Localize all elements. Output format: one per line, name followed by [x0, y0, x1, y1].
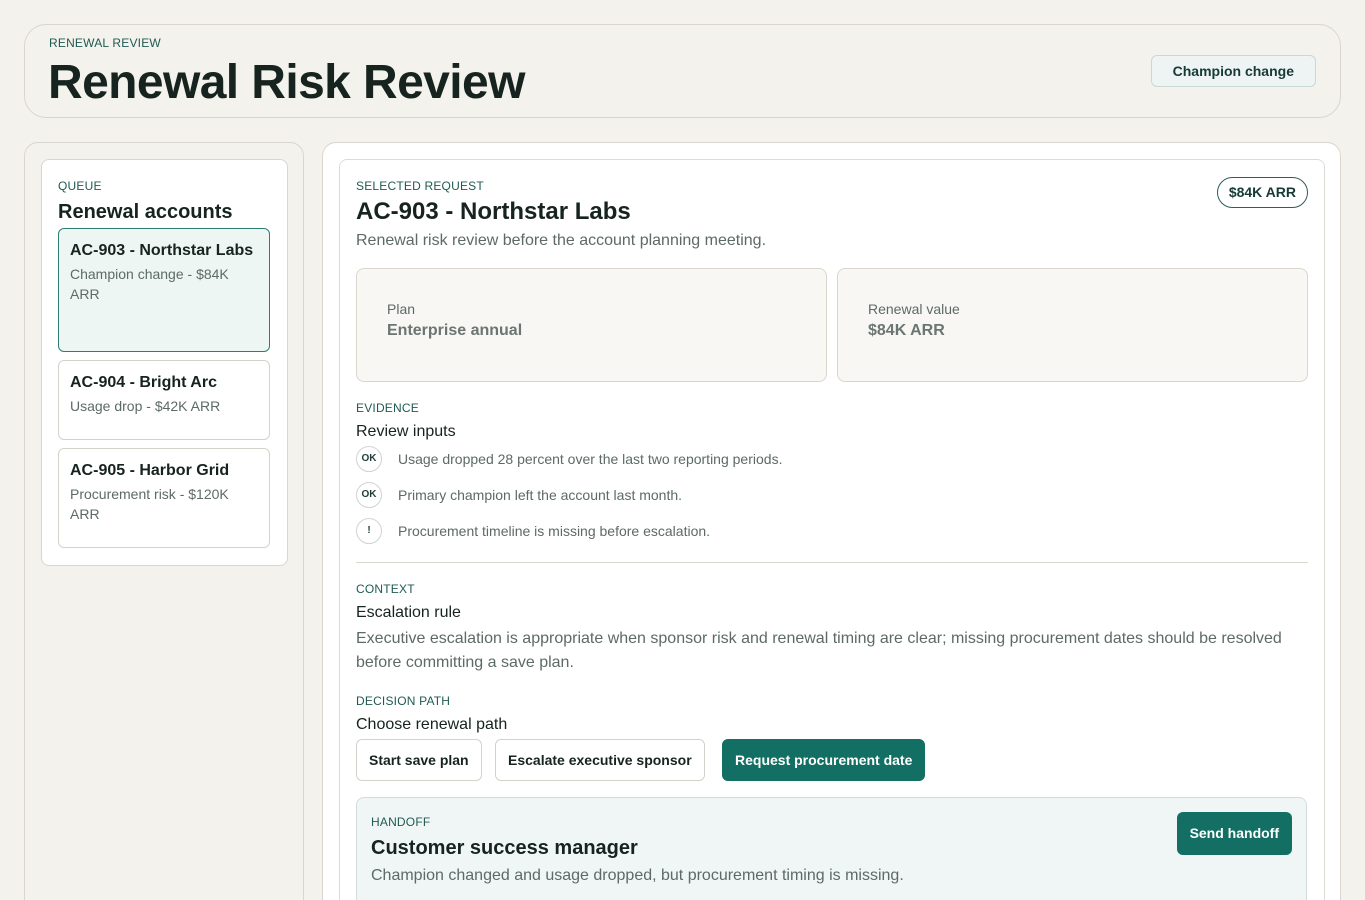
plan-card: Plan Enterprise annual [356, 268, 827, 382]
account-meta: Procurement risk - $120K ARR [70, 486, 229, 522]
account-item-ac-903[interactable]: AC-903 - Northstar Labs Champion change … [58, 228, 270, 352]
evidence-item: OK Usage dropped 28 percent over the las… [356, 446, 1056, 472]
account-name: AC-903 - Northstar Labs [70, 242, 254, 259]
queue-title: Renewal accounts [58, 201, 233, 223]
request-detail: SELECTED REQUEST AC-903 - Northstar Labs… [339, 159, 1325, 900]
section-divider [356, 562, 1308, 563]
start-save-plan-button[interactable]: Start save plan [356, 739, 482, 781]
decision-title: Choose renewal path [356, 716, 508, 733]
request-subtitle: Renewal risk review before the account p… [356, 232, 767, 249]
request-procurement-date-button[interactable]: Request procurement date [722, 739, 926, 781]
account-meta: Usage drop - $42K ARR [70, 398, 221, 414]
main-panel: SELECTED REQUEST AC-903 - Northstar Labs… [322, 142, 1341, 900]
ok-badge-icon: OK [356, 482, 382, 508]
evidence-text: Primary champion left the account last m… [398, 487, 683, 503]
evidence-item: OK Primary champion left the account las… [356, 482, 1056, 508]
account-item-ac-904[interactable]: AC-904 - Bright Arc Usage drop - $42K AR… [58, 360, 270, 440]
decision-eyebrow: DECISION PATH [356, 694, 451, 708]
arr-badge: $84K ARR [1216, 177, 1308, 208]
context-title: Escalation rule [356, 604, 461, 621]
context-text: Executive escalation is appropriate when… [356, 630, 1282, 671]
handoff-card: HANDOFF Customer success manager Champio… [356, 797, 1307, 900]
handoff-text: Champion changed and usage dropped, but … [371, 867, 904, 884]
page-header: RENEWAL REVIEW Renewal Risk Review Champ… [24, 24, 1341, 118]
queue-eyebrow: QUEUE [58, 179, 102, 193]
account-item-ac-905[interactable]: AC-905 - Harbor Grid Procurement risk - … [58, 448, 270, 548]
handoff-eyebrow: HANDOFF [371, 815, 431, 829]
evidence-title: Review inputs [356, 423, 456, 440]
detail-eyebrow: SELECTED REQUEST [356, 179, 484, 193]
send-handoff-button[interactable]: Send handoff [1176, 812, 1292, 855]
queue-card: QUEUE Renewal accounts AC-903 - Northsta… [41, 159, 288, 566]
header-eyebrow: RENEWAL REVIEW [49, 36, 161, 50]
plan-value: Enterprise annual [387, 322, 523, 339]
plan-label: Plan [387, 301, 416, 317]
evidence-text: Procurement timeline is missing before e… [398, 523, 711, 539]
request-title: AC-903 - Northstar Labs [356, 198, 631, 225]
account-meta: Champion change - $84K ARR [70, 266, 229, 302]
account-name: AC-904 - Bright Arc [70, 374, 217, 391]
escalate-executive-sponsor-button[interactable]: Escalate executive sponsor [495, 739, 705, 781]
renewal-value: $84K ARR [868, 322, 945, 339]
context-eyebrow: CONTEXT [356, 582, 415, 596]
evidence-eyebrow: EVIDENCE [356, 401, 419, 415]
renewal-value-label: Renewal value [868, 301, 960, 317]
status-badge[interactable]: Champion change [1150, 55, 1316, 87]
ok-badge-icon: OK [356, 446, 382, 472]
page-title: Renewal Risk Review [48, 56, 525, 109]
queue-panel: QUEUE Renewal accounts AC-903 - Northsta… [24, 142, 304, 900]
evidence-text: Usage dropped 28 percent over the last t… [398, 451, 783, 467]
handoff-title: Customer success manager [371, 837, 638, 859]
renewal-value-card: Renewal value $84K ARR [837, 268, 1308, 382]
warning-badge-icon: ! [356, 518, 382, 544]
evidence-item: ! Procurement timeline is missing before… [356, 518, 1056, 544]
account-name: AC-905 - Harbor Grid [70, 462, 230, 479]
